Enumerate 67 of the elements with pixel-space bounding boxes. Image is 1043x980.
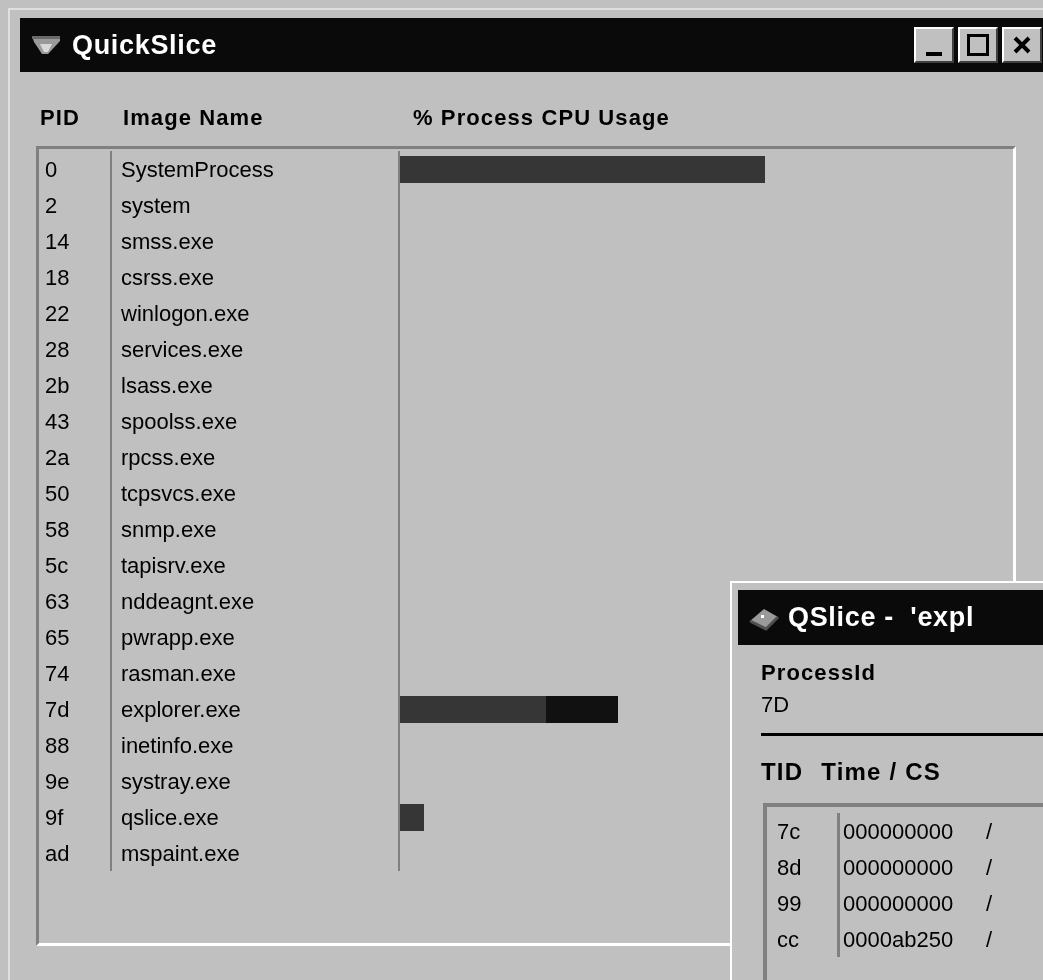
close-icon [1012,35,1032,55]
process-name: spoolss.exe [121,407,238,436]
process-name: smss.exe [121,227,214,256]
minimize-icon [926,52,942,56]
pid-text: 0 [45,155,58,184]
process-name: rasman.exe [121,659,236,688]
process-name: pwrapp.exe [121,623,235,652]
window-title: QuickSlice [72,28,217,62]
minimize-button[interactable] [914,27,954,63]
column-header: Time / CS [821,757,941,787]
pid-text: 2 [45,191,58,220]
pid-text: 5c [45,551,69,580]
separator-text: / [985,853,993,882]
time-text: 000000000 [842,853,955,882]
pid-text: 18 [45,263,70,292]
pid-text: 14 [45,227,70,256]
field-label: ProcessId [761,659,878,687]
process-name: lsass.exe [121,371,213,400]
process-name: snmp.exe [121,515,217,544]
process-name: nddeagnt.exe [121,587,255,616]
pid-text: 50 [45,479,70,508]
pid-text: 7d [45,695,70,724]
process-name: rpcss.exe [121,443,216,472]
process-name: inetinfo.exe [121,731,234,760]
process-name: tcpsvcs.exe [121,479,236,508]
pid-text: 63 [45,587,70,616]
process-name: qslice.exe [121,803,219,832]
separator-text: / [985,925,993,954]
pid-text: 28 [45,335,70,364]
process-name: tapisrv.exe [121,551,226,580]
pid-text: ad [45,839,70,868]
separator-text: / [985,817,993,846]
pid-text: 43 [45,407,70,436]
process-name: csrss.exe [121,263,214,292]
process-name: systray.exe [121,767,231,796]
time-text: 0000ab250 [842,925,955,954]
maximize-icon [967,34,989,56]
process-name: system [121,191,191,220]
separator-text: / [985,889,993,918]
window-title: QSlice - 'expl [788,601,975,635]
time-text: 000000000 [842,889,955,918]
pid-text: 74 [45,659,70,688]
maximize-button[interactable] [958,27,998,63]
time-text: 000000000 [842,817,955,846]
pid-text: 58 [45,515,70,544]
pid-text: 2a [45,443,70,472]
tid-text: 8d [777,853,802,882]
column-header: TID [761,757,804,787]
close-button[interactable] [1002,27,1042,63]
column-header: Image Name [123,103,265,132]
process-name: services.exe [121,335,244,364]
process-name: winlogon.exe [121,299,250,328]
pid-text: 88 [45,731,70,760]
tid-text: 99 [777,889,802,918]
pid-text: 9f [45,803,64,832]
pid-text: 2b [45,371,70,400]
pid-text: 65 [45,623,70,652]
tid-text: 7c [777,817,801,846]
pid-text: 22 [45,299,70,328]
process-name: explorer.exe [121,695,241,724]
field-value: 7D [761,691,791,719]
column-header: % Process CPU Usage [413,103,670,132]
column-header: PID [40,103,81,132]
pid-text: 9e [45,767,70,796]
process-name: mspaint.exe [121,839,240,868]
process-name: SystemProcess [121,155,274,184]
tid-text: cc [777,925,799,954]
